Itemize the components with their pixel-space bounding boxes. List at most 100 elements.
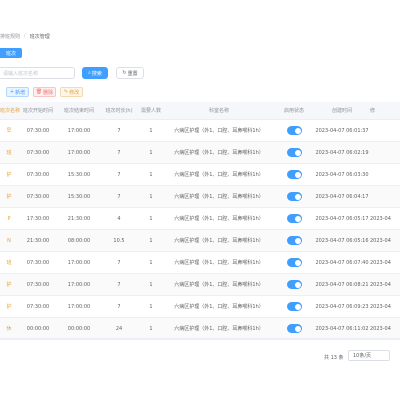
cell-start: 07:30:00 bbox=[26, 172, 50, 178]
table-row[interactable]: 班 07:30:00 17:00:00 7 1 六病区护理（外1、口腔、耳鼻喉科1h） 20… bbox=[0, 252, 400, 274]
enabled-toggle[interactable] bbox=[287, 126, 302, 135]
table-row[interactable]: 护 07:30:00 17:00:00 7 1 六病区护理（外1、口腔、耳鼻喉科1h） 20… bbox=[0, 274, 400, 296]
cell-hours: 4 bbox=[117, 216, 121, 222]
add-button-label: 新增 bbox=[15, 89, 26, 96]
edit-button[interactable]: ✎ 修改 bbox=[60, 87, 83, 97]
cell-extra: 2023-04 bbox=[370, 304, 391, 310]
cell-people: 1 bbox=[149, 304, 153, 310]
table-row[interactable]: 休 00:00:00 00:00:00 24 1 六病区护理（外1、口腔、耳鼻喉科1h） 2… bbox=[0, 318, 400, 340]
cell-created: 2023-04-07 06:05:16 bbox=[315, 238, 369, 244]
cell-people: 1 bbox=[149, 216, 153, 222]
cell-extra: 2023-04 bbox=[370, 326, 391, 332]
cell-dept: 六病区护理（外1、口腔、耳鼻喉科1h） bbox=[174, 216, 264, 222]
enabled-toggle[interactable] bbox=[287, 170, 302, 179]
cell-extra: 2023-04 bbox=[370, 216, 391, 222]
enabled-toggle[interactable] bbox=[287, 258, 302, 267]
enabled-toggle[interactable] bbox=[287, 236, 302, 245]
header-dept: 科室名称 bbox=[208, 108, 229, 114]
reset-button[interactable]: ↻ 重置 bbox=[116, 67, 144, 79]
cell-dept: 六病区护理（外1、口腔、耳鼻喉科1h） bbox=[174, 326, 264, 332]
active-tab-tag[interactable]: 班次 bbox=[0, 48, 22, 58]
cell-name: 早 bbox=[6, 128, 12, 134]
enabled-toggle[interactable] bbox=[287, 280, 302, 289]
cell-dept: 六病区护理（外1、口腔、耳鼻喉科1h） bbox=[174, 194, 264, 200]
table-row[interactable]: P 17:30:00 21:30:00 4 1 六病区护理（外1、口腔、耳鼻喉科1h） 20… bbox=[0, 208, 400, 230]
cell-dept: 六病区护理（外1、口腔、耳鼻喉科1h） bbox=[174, 260, 264, 266]
cell-people: 1 bbox=[149, 326, 153, 332]
trash-icon: 🗑 bbox=[35, 89, 43, 95]
cell-created: 2023-04-07 06:02:19 bbox=[315, 150, 369, 156]
cell-created: 2023-04-07 06:03:30 bbox=[315, 172, 369, 178]
cell-end: 08:00:00 bbox=[67, 238, 91, 244]
header-people: 需要人数 bbox=[140, 108, 161, 114]
cell-name: P bbox=[7, 216, 11, 222]
table-row[interactable]: 早 07:30:00 17:00:00 7 1 六病区护理（外1、口腔、耳鼻喉科1h） 20… bbox=[0, 120, 400, 142]
header-start: 班次开始时间 bbox=[22, 108, 53, 114]
cell-end: 17:00:00 bbox=[67, 150, 91, 156]
page-size-select[interactable]: 10条/页 bbox=[348, 350, 390, 361]
cell-extra bbox=[370, 120, 400, 142]
cell-extra: 2023-04 bbox=[370, 282, 391, 288]
cell-dept: 六病区护理（外1、口腔、耳鼻喉科1h） bbox=[174, 128, 264, 134]
cell-name: 护 bbox=[6, 172, 12, 178]
cell-start: 07:30:00 bbox=[26, 260, 50, 266]
cell-people: 1 bbox=[149, 238, 153, 244]
cell-hours: 7 bbox=[117, 150, 121, 156]
cell-name: N bbox=[7, 238, 11, 244]
cell-dept: 六病区护理（外1、口腔、耳鼻喉科1h） bbox=[174, 304, 264, 310]
cell-end: 15:30:00 bbox=[67, 194, 91, 200]
table-row[interactable]: N 21:30:00 08:00:00 10.5 1 六病区护理（外1、口腔、耳鼻喉科1h… bbox=[0, 230, 400, 252]
enabled-toggle[interactable] bbox=[287, 302, 302, 311]
cell-extra: 2023-04 bbox=[370, 260, 391, 266]
cell-hours: 7 bbox=[117, 194, 121, 200]
cell-start: 07:30:00 bbox=[26, 194, 50, 200]
breadcrumb: 排班规则 / 班次管理 bbox=[0, 30, 50, 42]
table-header: 班次名称 班次开始时间 班次结束时间 班次时长(h) 需要人数 科室名称 启用状… bbox=[0, 102, 400, 120]
table-bottom-divider bbox=[0, 338, 400, 339]
cell-hours: 7 bbox=[117, 282, 121, 288]
refresh-icon: ↻ bbox=[122, 70, 127, 76]
enabled-toggle[interactable] bbox=[287, 192, 302, 201]
search-placeholder: 请输入班次名称 bbox=[3, 70, 39, 77]
search-input[interactable]: 请输入班次名称 bbox=[0, 67, 75, 79]
table-row[interactable]: 护 07:30:00 15:30:00 7 1 六病区护理（外1、口腔、耳鼻喉科1h） 20… bbox=[0, 164, 400, 186]
edit-button-label: 修改 bbox=[69, 89, 80, 96]
cell-created: 2023-04-07 06:07:40 bbox=[315, 260, 369, 266]
enabled-toggle[interactable] bbox=[287, 324, 302, 333]
table-row[interactable]: 护 07:30:00 17:00:00 7 1 六病区护理（外1、口腔、耳鼻喉科1h） 20… bbox=[0, 296, 400, 318]
table-row[interactable]: 护 07:30:00 15:30:00 7 1 六病区护理（外1、口腔、耳鼻喉科1h） 20… bbox=[0, 186, 400, 208]
cell-hours: 7 bbox=[117, 260, 121, 266]
cell-name: 班 bbox=[6, 150, 12, 156]
delete-button[interactable]: 🗑 删除 bbox=[33, 87, 56, 97]
cell-extra: 2023-04 bbox=[370, 238, 391, 244]
cell-hours: 24 bbox=[115, 326, 123, 332]
header-hours: 班次时长(h) bbox=[105, 108, 133, 114]
cell-dept: 六病区护理（外1、口腔、耳鼻喉科1h） bbox=[174, 238, 264, 244]
breadcrumb-parent[interactable]: 排班规则 bbox=[0, 33, 20, 40]
add-button[interactable]: + 新增 bbox=[6, 87, 29, 97]
cell-extra bbox=[370, 142, 400, 164]
reset-button-label: 重置 bbox=[127, 70, 138, 77]
plus-icon: + bbox=[9, 89, 15, 95]
cell-end: 15:30:00 bbox=[67, 172, 91, 178]
header-end: 班次结束时间 bbox=[63, 108, 94, 114]
cell-start: 00:00:00 bbox=[26, 326, 50, 332]
cell-start: 21:30:00 bbox=[26, 238, 50, 244]
cell-people: 1 bbox=[149, 260, 153, 266]
breadcrumb-current: 班次管理 bbox=[29, 33, 50, 40]
enabled-toggle[interactable] bbox=[287, 148, 302, 157]
cell-name: 护 bbox=[6, 282, 12, 288]
enabled-toggle[interactable] bbox=[287, 214, 302, 223]
cell-created: 2023-04-07 06:04:17 bbox=[315, 194, 369, 200]
cell-created: 2023-04-07 06:11:02 bbox=[315, 326, 369, 332]
cell-dept: 六病区护理（外1、口腔、耳鼻喉科1h） bbox=[174, 282, 264, 288]
cell-end: 00:00:00 bbox=[67, 326, 91, 332]
cell-created: 2023-04-07 06:08:21 bbox=[315, 282, 369, 288]
search-button[interactable]: ⌕ 搜索 bbox=[82, 67, 108, 79]
cell-start: 07:30:00 bbox=[26, 304, 50, 310]
cell-end: 17:00:00 bbox=[67, 282, 91, 288]
cell-people: 1 bbox=[149, 128, 153, 134]
table-row[interactable]: 班 07:30:00 17:00:00 7 1 六病区护理（外1、口腔、耳鼻喉科1h） 20… bbox=[0, 142, 400, 164]
cell-name: 护 bbox=[6, 194, 12, 200]
cell-name: 班 bbox=[6, 260, 12, 266]
